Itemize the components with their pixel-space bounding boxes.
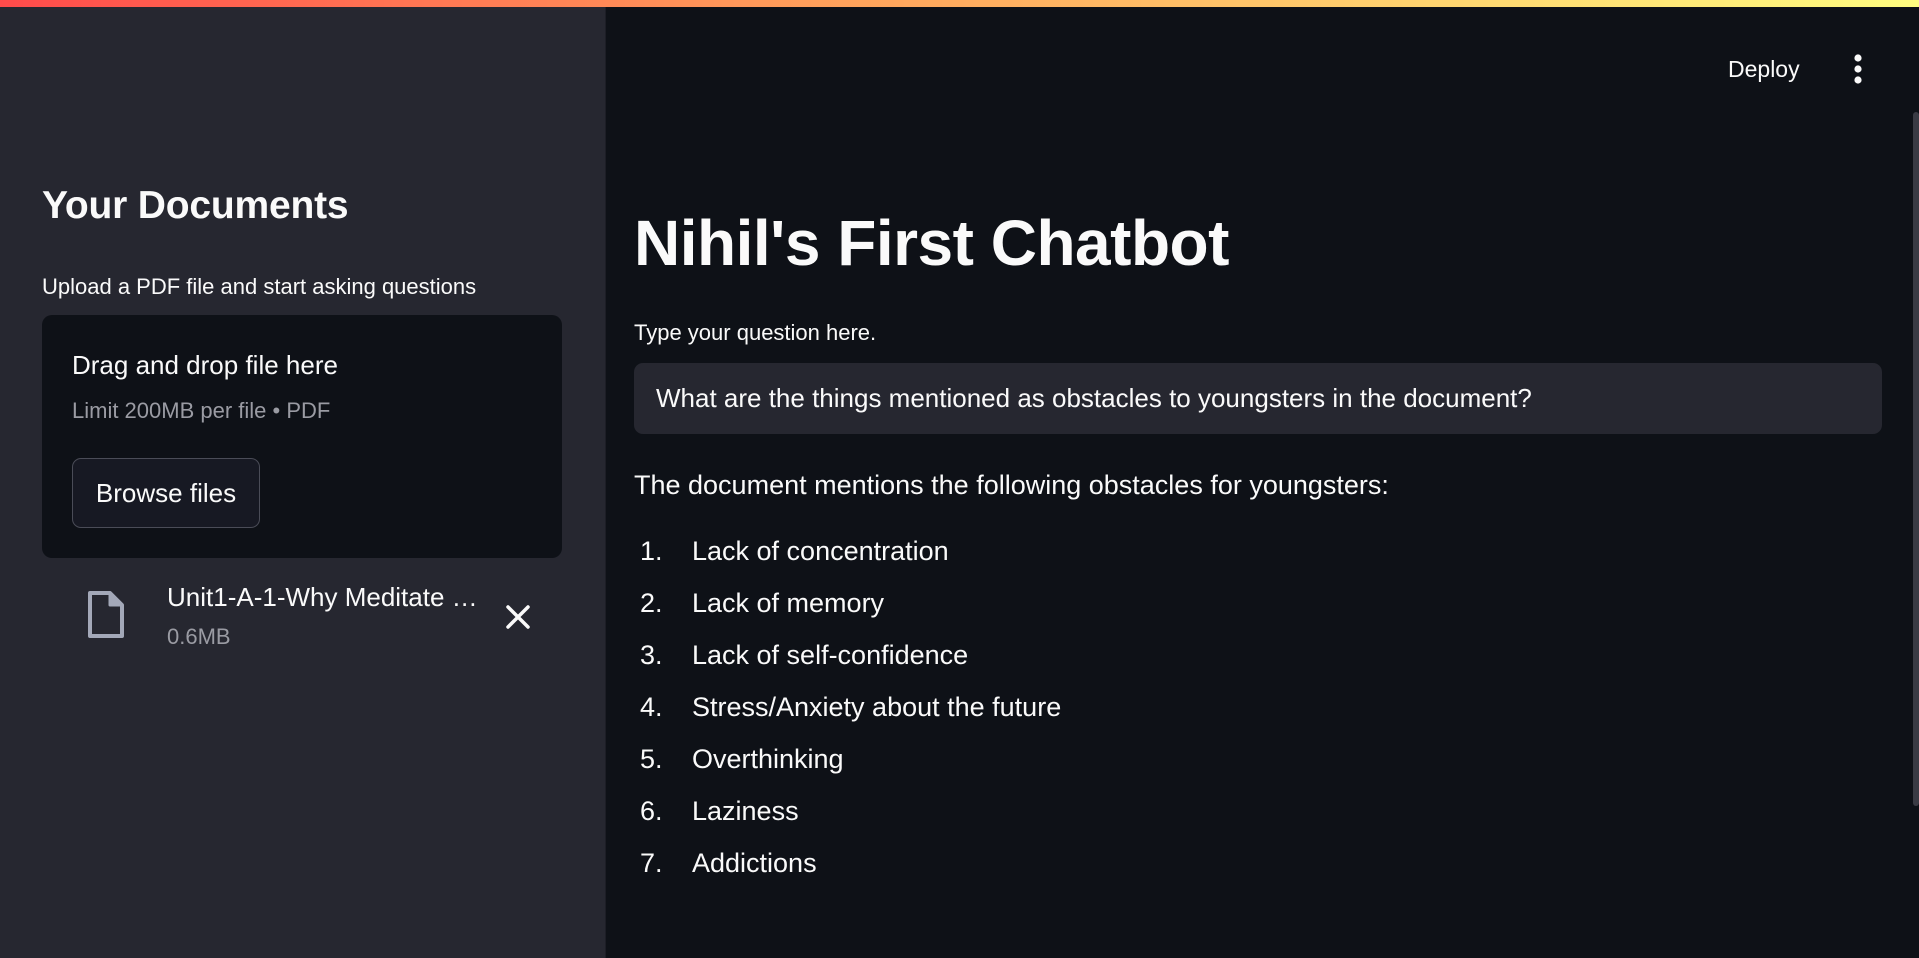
dropzone-title: Drag and drop file here — [72, 350, 338, 380]
answer-item-text: Lack of self-confidence — [692, 640, 969, 670]
deploy-button[interactable]: Deploy — [1718, 48, 1810, 90]
scrollbar[interactable] — [1913, 112, 1919, 806]
question-input[interactable] — [634, 363, 1882, 434]
answer-item-text: Laziness — [692, 796, 799, 826]
answer-item-number: 2. — [640, 588, 663, 618]
sidebar: Your Documents Upload a PDF file and sta… — [0, 0, 606, 958]
main-menu-button[interactable] — [1836, 48, 1880, 90]
answer-item-text: Addictions — [692, 848, 817, 878]
close-icon — [497, 605, 539, 641]
answer-item-number: 1. — [640, 536, 663, 566]
page-title: Nihil's First Chatbot — [634, 207, 1229, 279]
document-icon — [84, 590, 126, 640]
answer-item-text: Lack of concentration — [692, 536, 949, 566]
answer-item-text: Lack of memory — [692, 588, 885, 618]
remove-file-button[interactable] — [497, 596, 539, 638]
answer-item-number: 5. — [640, 744, 663, 774]
file-dropzone[interactable]: Drag and drop file here Limit 200MB per … — [42, 315, 562, 558]
main-content: Deploy Nihil's First Chatbot Type your q… — [606, 0, 1919, 958]
answer-item-text: Stress/Anxiety about the future — [692, 692, 1062, 722]
answer-intro: The document mentions the following obst… — [634, 470, 1389, 500]
uploaded-file-name: Unit1-A-1-Why Meditate … — [167, 582, 478, 612]
question-label: Type your question here. — [634, 320, 877, 345]
browse-files-button[interactable]: Browse files — [72, 458, 260, 528]
vertical-ellipsis-icon — [1836, 54, 1880, 93]
answer-item-number: 7. — [640, 848, 663, 878]
answer-item-number: 6. — [640, 796, 663, 826]
answer-item-number: 4. — [640, 692, 663, 722]
uploader-label: Upload a PDF file and start asking quest… — [42, 274, 477, 299]
uploaded-file-row: Unit1-A-1-Why Meditate … 0.6MB — [42, 572, 562, 662]
answer-item-text: Overthinking — [692, 744, 844, 774]
sidebar-title: Your Documents — [42, 184, 349, 227]
top-decoration-bar — [0, 0, 1919, 7]
answer-item-number: 3. — [640, 640, 663, 670]
uploaded-file-size: 0.6MB — [167, 624, 231, 649]
dropzone-limit-text: Limit 200MB per file • PDF — [72, 398, 331, 423]
